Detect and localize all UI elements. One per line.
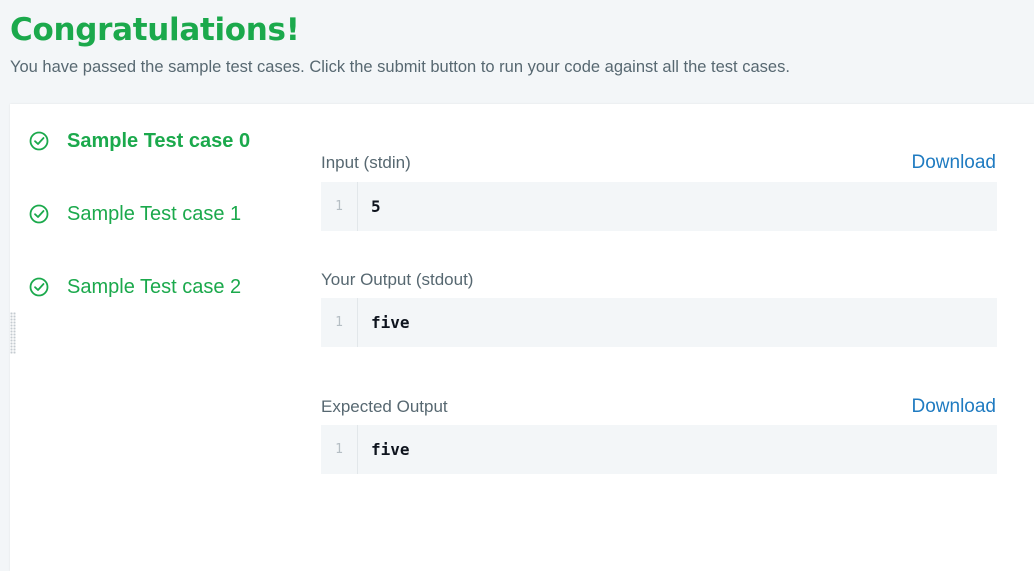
test-case-tab-1[interactable]: Sample Test case 1 — [28, 199, 241, 229]
test-results-panel: Sample Test case 0 Sample Test case 1 Sa… — [10, 104, 1034, 571]
check-circle-icon — [28, 130, 50, 152]
line-number: 1 — [321, 425, 358, 474]
test-case-label: Sample Test case 0 — [67, 129, 251, 152]
result-header: Congratulations! You have passed the sam… — [10, 10, 1034, 78]
expected-code-box: 1 five — [321, 425, 997, 474]
output-value: five — [371, 313, 410, 332]
page-title: Congratulations! — [10, 12, 300, 48]
test-case-label: Sample Test case 1 — [67, 202, 242, 225]
test-case-label: Sample Test case 2 — [67, 275, 242, 298]
input-label: Input (stdin) — [321, 153, 411, 172]
input-code-box: 1 5 — [321, 182, 997, 231]
expected-label: Expected Output — [321, 397, 448, 416]
expected-download-link[interactable]: Download — [912, 395, 997, 419]
output-code-box: 1 five — [321, 298, 997, 347]
output-label: Your Output (stdout) — [321, 270, 474, 289]
expected-value: five — [371, 440, 410, 459]
line-number: 1 — [321, 182, 358, 231]
result-message: You have passed the sample test cases. C… — [10, 58, 790, 76]
input-value: 5 — [371, 197, 381, 216]
test-case-tab-2[interactable]: Sample Test case 2 — [28, 272, 241, 302]
check-circle-icon — [28, 276, 50, 298]
check-circle-icon — [28, 203, 50, 225]
line-number: 1 — [321, 298, 358, 347]
resize-handle[interactable] — [10, 312, 16, 354]
input-download-link[interactable]: Download — [912, 151, 997, 175]
test-case-tab-0[interactable]: Sample Test case 0 — [28, 126, 250, 156]
